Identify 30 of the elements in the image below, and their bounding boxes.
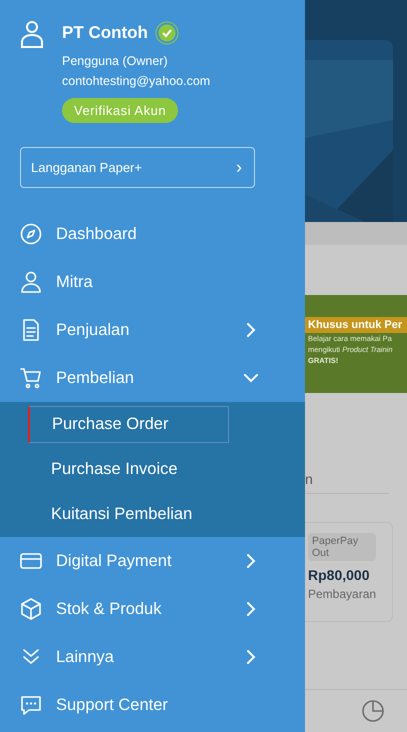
box-icon [20, 598, 42, 620]
user-icon [20, 20, 44, 48]
menu-item[interactable]: Mitra [0, 258, 305, 306]
section-title: n [305, 471, 389, 494]
user-email: contohtesting@yahoo.com [62, 74, 210, 88]
submenu-item[interactable]: Purchase Order [28, 406, 229, 443]
banner-title: Khusus untuk Per [305, 317, 407, 333]
menu-item[interactable]: Support Center [0, 681, 305, 729]
card-tag: PaperPay Out [308, 533, 376, 561]
subscription-button[interactable]: Langganan Paper+ › [20, 147, 255, 188]
submenu-item[interactable]: Purchase Invoice [28, 447, 228, 492]
card-amount: Rp80,000 [308, 567, 370, 583]
compass-icon [20, 223, 42, 245]
company-name: PT Contoh [62, 23, 148, 43]
submenu-item[interactable]: Kuitansi Pembelian [28, 492, 228, 537]
person-icon [20, 271, 42, 293]
menu-item[interactable]: Digital Payment [0, 537, 305, 585]
card-icon [20, 550, 42, 572]
card-caption: Pembayaran [308, 587, 378, 601]
pie-chart-icon[interactable] [361, 699, 385, 723]
user-role: Pengguna (Owner) [62, 54, 169, 68]
menu-item[interactable]: Dashboard [0, 210, 305, 258]
doc-icon [20, 319, 42, 341]
menu-item[interactable]: Pembelian [0, 354, 305, 402]
cart-icon [20, 367, 42, 389]
menu-item[interactable]: Lainnya [0, 633, 305, 681]
menu-item[interactable]: Penjualan [0, 306, 305, 354]
chat-icon [20, 694, 42, 716]
verify-account-button[interactable]: Verifikasi Akun [62, 98, 178, 123]
menu-item[interactable]: Stok & Produk [0, 585, 305, 633]
